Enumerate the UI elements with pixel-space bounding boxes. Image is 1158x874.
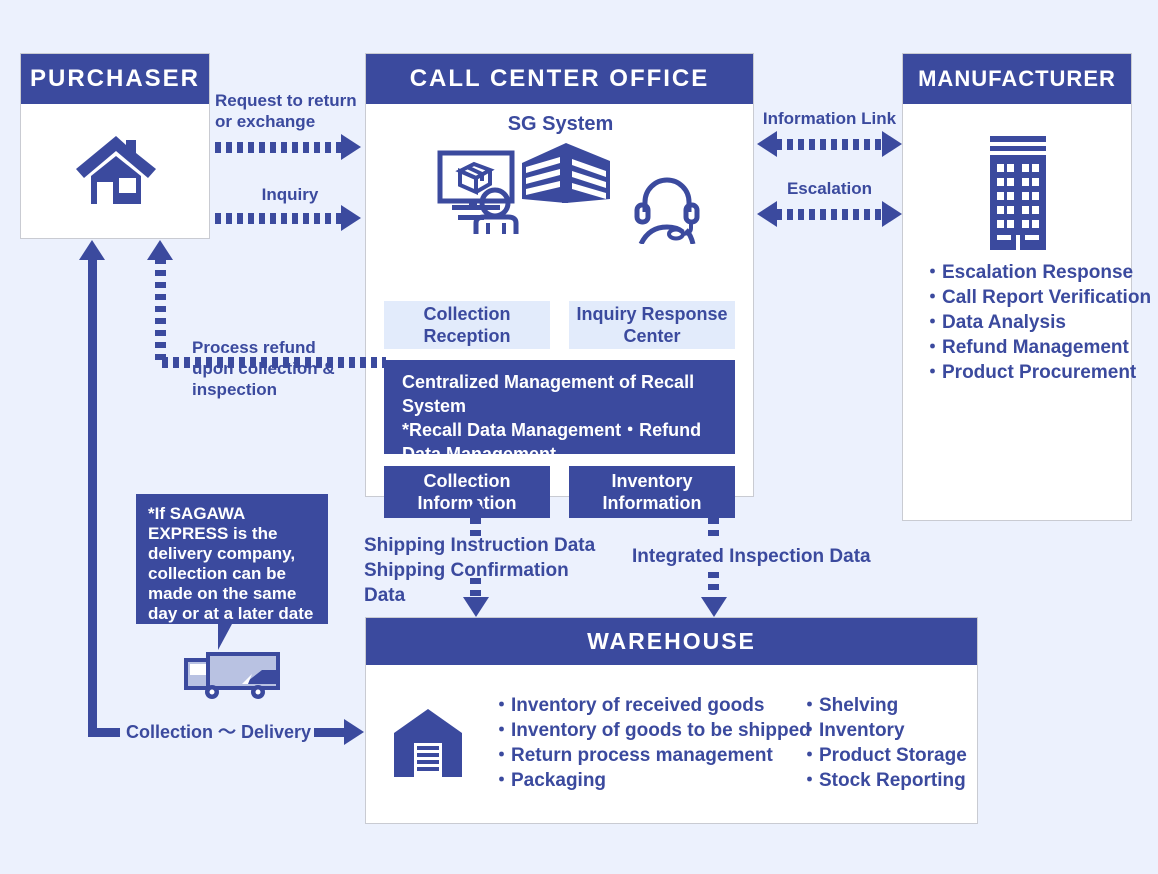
note-line4: collection can be <box>148 564 286 583</box>
arrow-escalation <box>757 201 902 227</box>
arrow-request-return <box>215 134 365 160</box>
arrow-shipping-up <box>462 498 490 538</box>
warehouse-bullets-right: ・Shelving ・Inventory ・Product Storage ・S… <box>800 693 967 793</box>
escalation-text: Escalation <box>786 179 873 198</box>
request-return-line2: or exchange <box>215 112 316 131</box>
process-refund-line1: Process refund <box>192 338 316 357</box>
recall-line1: Centralized Management of Recall <box>402 372 695 392</box>
flow-label-escalation: Escalation <box>757 178 902 199</box>
arrow-to-warehouse-head <box>344 719 364 745</box>
office-building-icon <box>516 141 612 211</box>
sg-system-label: SG System <box>507 113 614 135</box>
manufacturer-bullet-0: ・Escalation Response <box>923 262 1134 283</box>
warehouse-right-bullet-0: ・Shelving <box>800 695 899 716</box>
collection-delivery-text: Collection ～ Delivery <box>126 722 312 742</box>
shipping-confirmation-text: Shipping Confirmation Data <box>364 560 569 606</box>
panel-purchaser: PURCHASER <box>20 53 210 239</box>
arrow-information-link <box>757 131 902 157</box>
information-link-text: Information Link <box>762 109 897 128</box>
diagram-canvas: PURCHASER CALL CENTER OFFICE SG System C… <box>0 0 1158 874</box>
tall-building-icon <box>982 134 1054 255</box>
arrow-process-refund-vertical <box>155 258 166 364</box>
warehouse-right-bullet-1: ・Inventory <box>800 720 905 741</box>
warehouse-bullets-left: ・Inventory of received goods ・Inventory … <box>492 693 811 793</box>
panel-purchaser-body <box>21 104 209 238</box>
integrated-inspection-text: Integrated Inspection Data <box>632 546 871 567</box>
inquiry-text: Inquiry <box>261 185 319 204</box>
headset-operator-icon <box>631 172 703 249</box>
warehouse-left-bullet-1: ・Inventory of goods to be shipped <box>492 720 811 741</box>
manufacturer-bullet-4: ・Product Procurement <box>923 362 1137 383</box>
collection-reception-line1: Collection <box>423 304 511 324</box>
collection-information-line1: Collection <box>423 471 511 491</box>
flow-label-shipping-data: Shipping Instruction Data Shipping Confi… <box>364 533 614 608</box>
arrow-to-warehouse-shaft <box>314 728 346 737</box>
warehouse-title-text: WAREHOUSE <box>587 628 756 654</box>
arrow-collection-delivery-vertical <box>88 258 97 737</box>
box-collection-reception[interactable]: Collection Reception <box>384 301 550 349</box>
arrow-collection-delivery-head <box>79 240 105 260</box>
desk-agent-package-icon <box>436 149 528 239</box>
warehouse-left-bullet-3: ・Packaging <box>492 770 607 791</box>
inquiry-response-line1: Inquiry Response <box>576 304 728 324</box>
purchaser-title-text: PURCHASER <box>29 65 200 92</box>
note-sagawa-express: *If SAGAWA EXPRESS is the delivery compa… <box>136 494 328 624</box>
flow-label-collection-delivery: Collection ～ Delivery <box>126 722 311 743</box>
process-refund-line3: inspection <box>192 380 278 399</box>
box-centralized-recall-management[interactable]: Centralized Management of Recall System … <box>384 360 735 464</box>
note-line1: *If SAGAWA <box>148 504 246 523</box>
recall-line2: System <box>402 396 467 416</box>
manufacturer-bullets: ・Escalation Response ・Call Report Verifi… <box>923 260 1151 385</box>
panel-manufacturer-body: ・Escalation Response ・Call Report Verifi… <box>903 104 1151 522</box>
flow-label-request-return: Request to return or exchange <box>215 90 365 132</box>
panel-purchaser-title: PURCHASER <box>21 54 209 104</box>
panel-call-center: CALL CENTER OFFICE SG System Collection … <box>365 53 754 518</box>
note-line2: EXPRESS is the <box>148 524 278 543</box>
panel-manufacturer: MANUFACTURER ・Escalation Response ・Call … <box>902 53 1151 522</box>
warehouse-icon <box>392 707 464 784</box>
arrow-inquiry <box>215 205 365 231</box>
manufacturer-bullet-2: ・Data Analysis <box>923 312 1066 333</box>
panel-call-center-body: SG System Collection Reception Inquiry R… <box>366 104 753 518</box>
panel-warehouse-body: ・Inventory of received goods ・Inventory … <box>366 665 977 825</box>
collection-reception-line2: Reception <box>423 326 511 346</box>
arrow-inspection-up <box>700 498 728 543</box>
shipping-instruction-text: Shipping Instruction Data <box>364 535 596 556</box>
flow-label-process-refund: Process refund upon collection & inspect… <box>192 337 372 400</box>
panel-manufacturer-title: MANUFACTURER <box>903 54 1131 104</box>
inventory-information-line2: Information <box>602 493 702 513</box>
warehouse-right-bullet-2: ・Product Storage <box>800 745 967 766</box>
inquiry-response-line2: Center <box>623 326 681 346</box>
panel-call-center-title: CALL CENTER OFFICE <box>366 54 753 104</box>
recall-line3: *Recall Data Management・Refund <box>402 420 702 440</box>
manufacturer-bullet-3: ・Refund Management <box>923 337 1129 358</box>
flow-label-information-link: Information Link <box>757 108 902 129</box>
note-line5: made on the same <box>148 584 297 603</box>
inventory-information-line1: Inventory <box>611 471 693 491</box>
delivery-truck-icon <box>182 644 282 705</box>
note-line6: day or at a later date <box>148 604 314 623</box>
warehouse-right-bullet-3: ・Stock Reporting <box>800 770 966 791</box>
box-inquiry-response-center[interactable]: Inquiry Response Center <box>569 301 735 349</box>
warehouse-left-bullet-0: ・Inventory of received goods <box>492 695 765 716</box>
arrow-inspection-down <box>700 572 728 618</box>
manufacturer-bullet-1: ・Call Report Verification <box>923 287 1152 308</box>
panel-warehouse: WAREHOUSE ・Inventory of received goods ・… <box>365 617 978 824</box>
panel-warehouse-title: WAREHOUSE <box>366 618 977 665</box>
warehouse-left-bullet-2: ・Return process management <box>492 745 773 766</box>
note-line3: delivery company, <box>148 544 296 563</box>
process-refund-line2: upon collection & <box>192 359 335 378</box>
manufacturer-title-text: MANUFACTURER <box>918 66 1116 91</box>
flow-label-inquiry: Inquiry <box>215 184 365 205</box>
arrow-process-refund-head <box>147 240 173 260</box>
flow-label-integrated-inspection: Integrated Inspection Data <box>632 546 872 567</box>
request-return-line1: Request to return <box>215 91 357 110</box>
recall-line4: Data Management <box>402 444 557 464</box>
call-center-title-text: CALL CENTER OFFICE <box>409 65 710 92</box>
house-icon <box>73 132 159 213</box>
